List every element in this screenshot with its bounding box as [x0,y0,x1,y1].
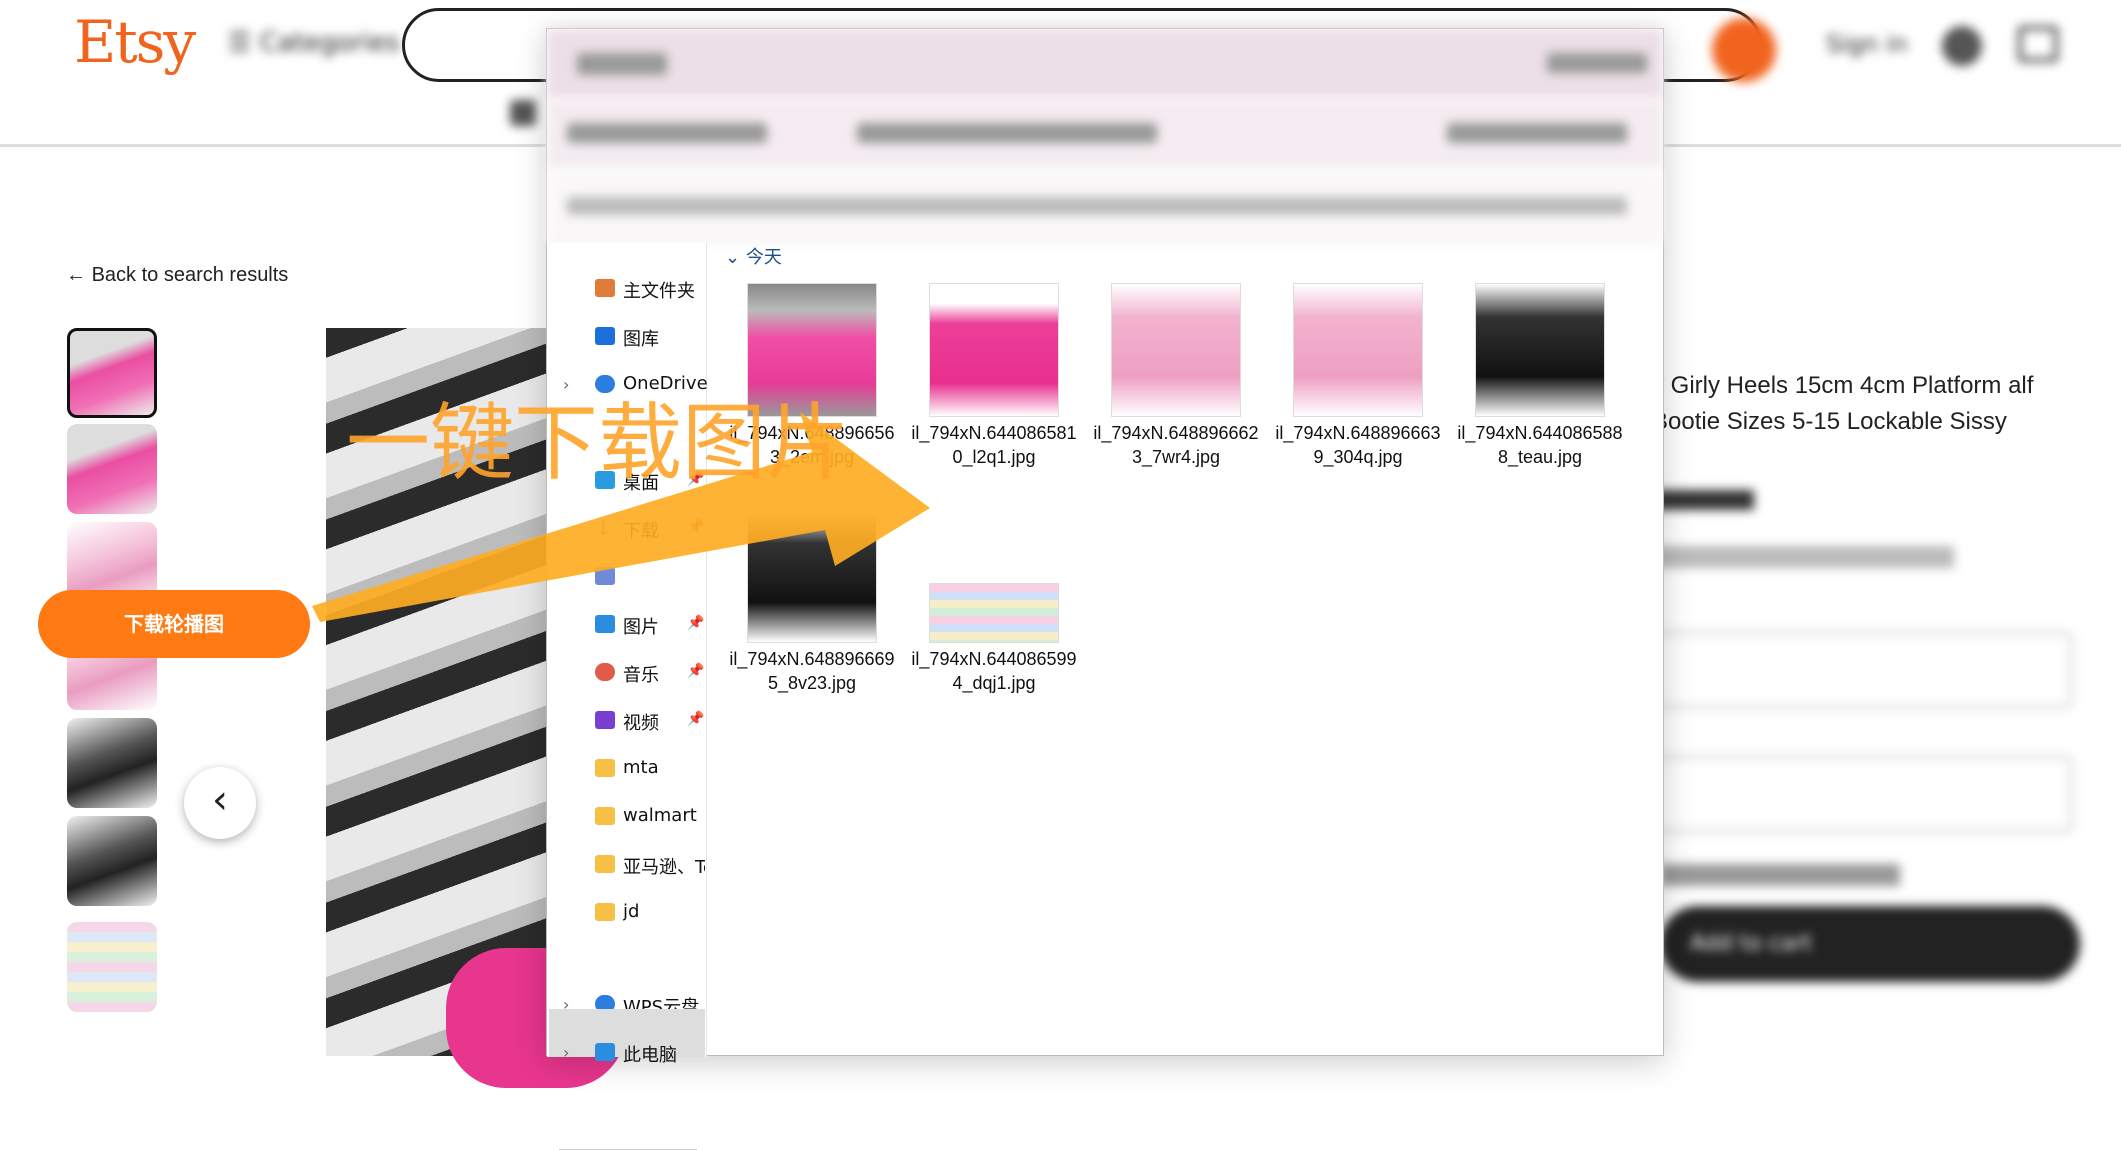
thumbnail-1[interactable] [67,328,157,418]
shipping-note [1660,864,1900,886]
thumbnail-7[interactable] [67,922,157,1012]
file-name: il_794xN.6488966639_304q.jpg [1275,423,1441,467]
group-header-label: 今天 [745,247,782,268]
pin-icon: 📌 [687,615,705,631]
nav-item-mta[interactable]: mta [623,757,731,778]
image-thumbnail [1475,283,1605,417]
pictures-icon [595,615,615,633]
gift-icon[interactable] [510,100,536,126]
chevron-down-icon: ⌄ [725,247,741,268]
pin-icon: 📌 [687,711,705,727]
folder-icon [595,807,615,825]
document-icon [595,567,615,585]
back-to-search-link[interactable]: ← Back to search results [66,264,288,287]
file-item[interactable]: il_794xN.6488966695_8v23.jpg [727,509,897,695]
chevron-right-icon[interactable]: › [563,1043,569,1062]
computer-icon [595,1043,615,1061]
image-thumbnail [929,283,1059,417]
nav-item-jd[interactable]: jd [623,901,731,922]
gallery-icon [595,327,615,345]
pin-icon: 📌 [687,519,705,535]
annotation-text: 一键下载图片 [346,394,851,492]
image-thumbnail [1111,283,1241,417]
file-name: il_794xN.6440865888_teau.jpg [1457,423,1623,467]
product-title: k Girly Heels 15cm 4cm Platform alf Boot… [1652,372,2034,435]
option-select-2[interactable] [1652,756,2072,832]
file-item[interactable]: il_794xN.6488966623_7wr4.jpg [1091,283,1261,469]
nav-item-music[interactable]: 音乐 [623,661,731,687]
categories-label: Categories [259,28,400,58]
file-name: il_794xN.6488966623_7wr4.jpg [1093,423,1259,467]
nav-item-gallery[interactable]: 图库 [623,325,731,351]
address-bar[interactable] [547,99,1663,169]
etsy-logo[interactable]: Etsy [74,8,196,76]
file-item[interactable]: il_794xN.6440865888_teau.jpg [1455,283,1625,469]
thumbnail-6[interactable] [67,816,157,906]
nav-item-walmart[interactable]: walmart [623,805,731,826]
thumbnail-5[interactable] [67,718,157,808]
file-name: il_794xN.6488966695_8v23.jpg [729,649,895,693]
file-explorer-window[interactable]: 主文件夹 图库 › OneDrive 桌面 📌 ↓ 下载 📌 图片 📌 音乐 📌… [546,28,1664,1150]
search-icon[interactable] [1712,18,1776,82]
video-icon [595,711,615,729]
back-link-label: Back to search results [91,264,289,286]
file-name: il_794xN.6440865810_l2q1.jpg [911,423,1077,467]
cart-icon[interactable] [2018,26,2058,62]
file-item[interactable]: il_794xN.6440865994_dqj1.jpg [909,509,1079,695]
download-icon: ↓ [595,516,612,540]
back-arrow-icon: ← [66,264,86,286]
image-thumbnail [929,583,1059,643]
option-select-1[interactable] [1652,632,2072,708]
nav-item-this-pc[interactable]: 此电脑 [623,1041,731,1067]
nav-item-home[interactable]: 主文件夹 [623,277,731,303]
nav-item-amazon[interactable]: 亚马逊、Te [623,853,705,879]
thumbnail-2[interactable] [67,424,157,514]
image-thumbnail [1293,283,1423,417]
nav-item-videos[interactable]: 视频 [623,709,731,735]
folder-icon [595,759,615,777]
explorer-titlebar[interactable] [547,29,1663,99]
pin-icon: 📌 [687,663,705,679]
rating-stars [1654,490,1754,510]
music-icon [595,663,615,681]
file-name: il_794xN.6440865994_dqj1.jpg [911,649,1077,693]
image-thumbnail [747,509,877,643]
bell-icon[interactable] [1942,26,1982,66]
command-bar[interactable] [547,169,1663,243]
file-item[interactable]: il_794xN.6440865810_l2q1.jpg [909,283,1079,469]
delivery-note [1654,546,1954,568]
sign-in-link[interactable]: Sign in [1826,30,1908,58]
nav-item-downloads[interactable]: 下载 [623,517,731,543]
add-to-cart-button[interactable]: Add to cart [1660,906,2080,982]
folder-icon [595,855,615,873]
previous-image-button[interactable]: ‹ [184,767,256,839]
file-item[interactable]: il_794xN.6488966639_304q.jpg [1273,283,1443,469]
nav-item-pictures[interactable]: 图片 [623,613,731,639]
folder-icon [595,903,615,921]
categories-menu[interactable]: ☰ Categories [228,28,400,58]
download-carousel-button[interactable]: 下载轮播图 [38,590,310,658]
group-header-today[interactable]: ⌄ 今天 [725,243,782,269]
navigation-pane[interactable]: 主文件夹 图库 › OneDrive 桌面 📌 ↓ 下载 📌 图片 📌 音乐 📌… [547,243,708,1150]
home-icon [595,279,615,297]
